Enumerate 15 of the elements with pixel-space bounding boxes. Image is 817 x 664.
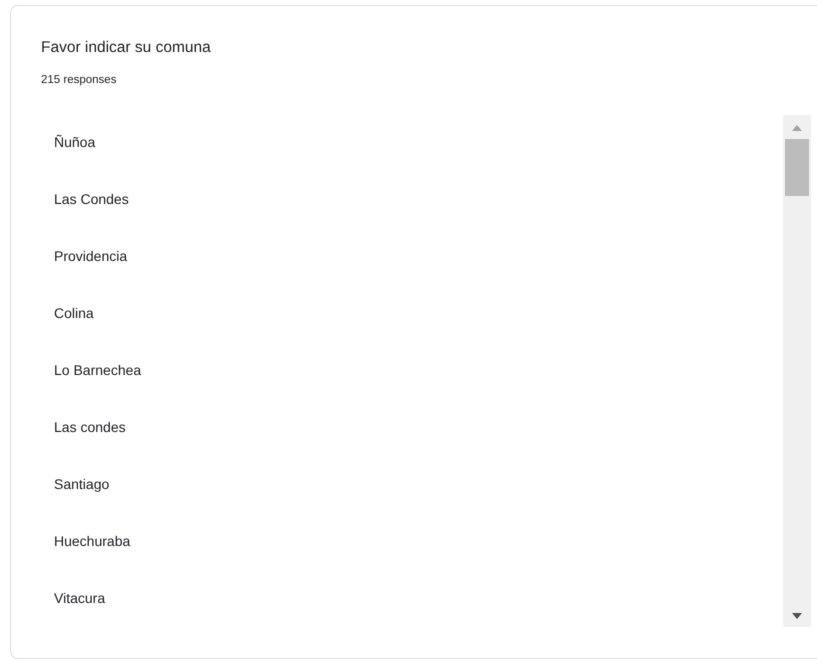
scrollbar-thumb[interactable] bbox=[785, 139, 809, 196]
response-text: Ñuñoa bbox=[54, 134, 96, 152]
response-text: Huechuraba bbox=[54, 533, 132, 551]
response-count: 215 responses bbox=[41, 74, 118, 88]
scrollbar[interactable] bbox=[783, 115, 811, 627]
response-text: Colina bbox=[54, 305, 95, 323]
question-title: Favor indicar su comuna bbox=[41, 39, 212, 58]
response-text: Providencia bbox=[54, 248, 128, 266]
scroll-down-icon[interactable] bbox=[792, 613, 802, 619]
scroll-up-icon[interactable] bbox=[792, 125, 802, 131]
response-text: Vitacura bbox=[54, 590, 106, 608]
response-text: Lo Barnechea bbox=[54, 362, 142, 380]
response-text: Las condes bbox=[54, 419, 127, 437]
response-text: Santiago bbox=[54, 476, 110, 494]
response-text: Las Condes bbox=[54, 191, 130, 209]
